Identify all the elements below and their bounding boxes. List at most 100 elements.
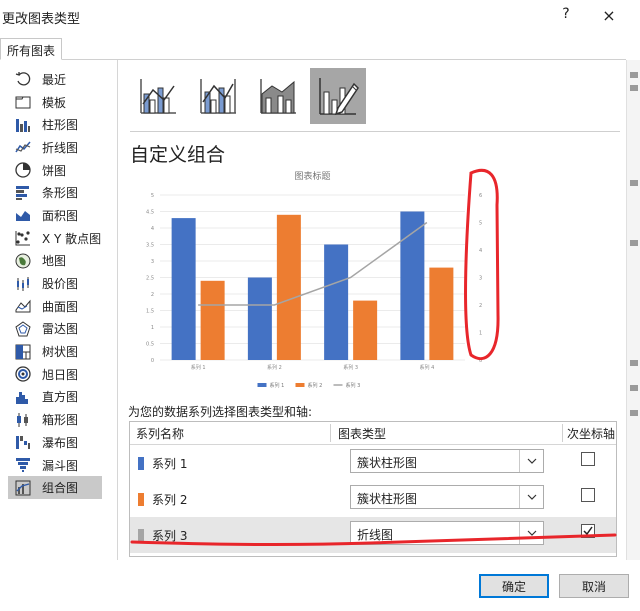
- treemap-chart-icon: [14, 344, 32, 360]
- header-chart-type: 图表类型: [338, 427, 387, 441]
- y2-tick-label: 2: [479, 303, 482, 309]
- edge-marker: [630, 85, 638, 91]
- sidebar-item-label: 瀑布图: [42, 435, 79, 450]
- sidebar-item-surface-chart[interactable]: 曲面图: [8, 295, 116, 318]
- sidebar-item-template[interactable]: 模板: [8, 91, 116, 114]
- sidebar-item-combo-chart[interactable]: 组合图: [8, 476, 102, 500]
- ok-button[interactable]: 确定: [479, 574, 549, 598]
- sidebar-item-pie-chart[interactable]: 饼图: [8, 159, 116, 182]
- y-tick-label: 4: [151, 226, 154, 232]
- histogram-chart-icon: [14, 389, 32, 405]
- sidebar-item-line-chart[interactable]: 折线图: [8, 136, 116, 159]
- background-window-edge: [626, 60, 640, 560]
- series-chooser-label: 为您的数据系列选择图表类型和轴:: [128, 405, 313, 419]
- clustered-column-line-secondary-icon[interactable]: [190, 68, 246, 124]
- map-chart-icon: [14, 253, 32, 269]
- sidebar-item-box-whisker-chart[interactable]: 箱形图: [8, 408, 116, 431]
- chart-title: 图表标题: [294, 170, 330, 182]
- sidebar-item-label: 模板: [42, 95, 67, 110]
- sidebar-item-recent[interactable]: 最近: [8, 68, 116, 91]
- sidebar-item-label: 箱形图: [42, 413, 79, 428]
- series-row[interactable]: 系列 2 簇状柱形图: [130, 481, 616, 517]
- y-tick-label: 3: [151, 259, 154, 265]
- header-secondary-axis: 次坐标轴: [567, 427, 616, 441]
- close-button[interactable]: ×: [598, 6, 620, 26]
- x-tick-label: 系列 4: [419, 364, 434, 371]
- y-tick-label: 2.5: [146, 276, 154, 282]
- subtype-gallery: [130, 68, 366, 128]
- series-row[interactable]: 系列 1 簇状柱形图: [130, 445, 616, 481]
- y2-tick-label: 6: [479, 193, 482, 199]
- bar-chart-icon: [14, 185, 32, 201]
- x-tick-label: 系列 2: [267, 364, 282, 371]
- cancel-button[interactable]: 取消: [559, 574, 629, 598]
- chart-type-value: 簇状柱形图: [357, 492, 418, 506]
- sidebar-item-label: X Y 散点图: [42, 231, 102, 246]
- divider: [130, 131, 620, 132]
- template-icon: [14, 94, 32, 110]
- tab-all-charts[interactable]: 所有图表: [0, 38, 63, 60]
- bar-2: [353, 300, 378, 360]
- sidebar-item-label: 饼图: [42, 163, 67, 178]
- area-chart-icon: [14, 207, 32, 223]
- red-underline-annotation: [130, 533, 617, 547]
- sidebar-item-waterfall-chart[interactable]: 瀑布图: [8, 431, 116, 454]
- sidebar-item-radar-chart[interactable]: 雷达图: [8, 318, 116, 341]
- funnel-chart-icon: [14, 457, 32, 473]
- chart-type-dropdown[interactable]: 簇状柱形图: [350, 485, 544, 509]
- chevron-down-icon[interactable]: [519, 486, 543, 508]
- secondary-axis-checkbox[interactable]: [581, 488, 595, 502]
- sidebar-item-label: 直方图: [42, 390, 79, 405]
- column-chart-icon: [14, 117, 32, 133]
- sidebar-item-label: 组合图: [42, 481, 79, 496]
- header-divider: [562, 424, 563, 442]
- header-series-name: 系列名称: [136, 427, 185, 441]
- legend-swatch: [295, 383, 305, 387]
- sidebar-item-label: 旭日图: [42, 367, 79, 382]
- bar-2: [429, 267, 454, 360]
- chart-type-dropdown[interactable]: 簇状柱形图: [350, 449, 544, 473]
- chart-preview: 图表标题 0 0.5 1 1.5 2 2.5 3 3.5 4 4.5 5 0 1 2 3 4 5 6 系列 1 系列 2…: [130, 165, 515, 395]
- section-title: 自定义组合: [130, 144, 226, 166]
- sidebar-item-funnel-chart[interactable]: 漏斗图: [8, 454, 116, 477]
- sidebar-item-label: 漏斗图: [42, 458, 79, 473]
- sidebar-item-label: 折线图: [42, 140, 79, 155]
- pie-chart-icon: [14, 162, 32, 178]
- sidebar-item-label: 雷达图: [42, 322, 79, 337]
- y-tick-label: 0.5: [146, 342, 154, 348]
- edge-marker: [630, 360, 638, 366]
- sidebar-item-column-chart[interactable]: 柱形图: [8, 113, 116, 136]
- custom-combination-icon[interactable]: [310, 68, 366, 124]
- chart-preview-svg: 图表标题00.511.522.533.544.550123456系列 1 系列 2…: [146, 168, 500, 389]
- chevron-down-icon[interactable]: [519, 450, 543, 472]
- y2-tick-label: 4: [479, 248, 482, 254]
- sidebar-item-bar-chart[interactable]: 条形图: [8, 181, 116, 204]
- bar-1: [324, 244, 349, 360]
- sidebar-item-histogram-chart[interactable]: 直方图: [8, 386, 116, 409]
- help-button[interactable]: ?: [556, 6, 576, 26]
- edge-marker: [630, 385, 638, 391]
- clustered-column-line-icon[interactable]: [130, 68, 186, 124]
- edge-marker: [630, 240, 638, 246]
- y-tick-label: 1.5: [146, 309, 154, 315]
- header-divider: [330, 424, 331, 442]
- sidebar-item-stock-chart[interactable]: 股价图: [8, 272, 116, 295]
- sidebar-item-sunburst-chart[interactable]: 旭日图: [8, 363, 116, 386]
- sidebar-item-label: 条形图: [42, 186, 79, 201]
- stacked-area-clustered-column-icon[interactable]: [250, 68, 306, 124]
- series-color-swatch: [138, 457, 144, 470]
- sidebar-item-map-chart[interactable]: 地图: [8, 250, 116, 273]
- tab-strip: 所有图表: [0, 38, 626, 60]
- sidebar-item-scatter-chart[interactable]: X Y 散点图: [8, 227, 116, 250]
- y-tick-label: 4.5: [146, 210, 154, 216]
- bar-2: [276, 214, 301, 360]
- sidebar-item-area-chart[interactable]: 面积图: [8, 204, 116, 227]
- sidebar-item-treemap-chart[interactable]: 树状图: [8, 340, 116, 363]
- line-chart-icon: [14, 139, 32, 155]
- box-whisker-chart-icon: [14, 412, 32, 428]
- recent-icon: [14, 71, 32, 87]
- sidebar-item-label: 股价图: [42, 277, 79, 292]
- chart-category-list: 最近模板柱形图折线图饼图条形图面积图 X Y 散点图地图股价图曲面图雷达图树状图旭…: [8, 68, 116, 500]
- secondary-axis-checkbox[interactable]: [581, 452, 595, 466]
- y2-tick-label: 1: [479, 331, 482, 337]
